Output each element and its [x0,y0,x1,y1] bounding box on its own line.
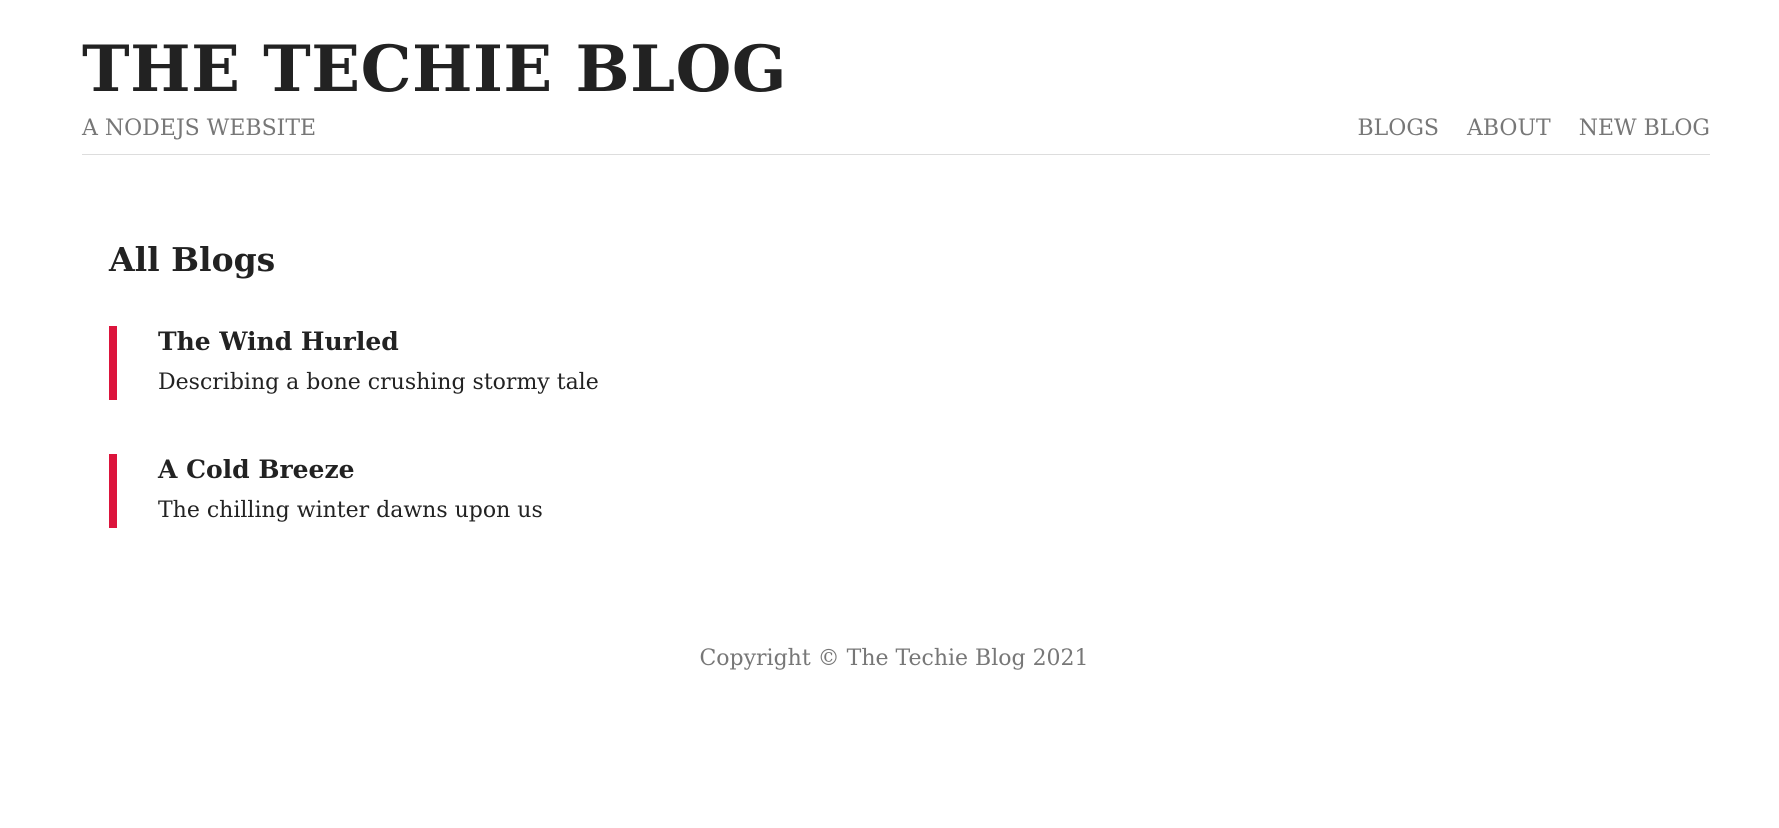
nav-link-new-blog[interactable]: NEW BLOG [1579,114,1710,144]
blog-item[interactable]: A Cold Breeze The chilling winter dawns … [109,454,1709,528]
blog-snippet: The chilling winter dawns upon us [158,498,543,523]
blog-snippet: Describing a bone crushing stormy tale [158,370,599,395]
blog-title[interactable]: The Wind Hurled [158,324,1709,360]
site-header: THE TECHIE BLOG A NODEJS WEBSITE BLOGS A… [82,28,1710,155]
nav-link-blogs[interactable]: BLOGS [1358,114,1439,144]
page-title: All Blogs [109,240,276,279]
site-title: THE TECHIE BLOG [82,32,787,107]
nav-link-about[interactable]: ABOUT [1467,114,1551,144]
main-nav: BLOGS ABOUT NEW BLOG [1358,114,1711,144]
blog-title[interactable]: A Cold Breeze [158,452,1709,488]
footer-copyright: Copyright © The Techie Blog 2021 [699,646,1089,671]
site-subtitle: A NODEJS WEBSITE [82,116,317,141]
blog-item[interactable]: The Wind Hurled Describing a bone crushi… [109,326,1709,400]
blog-list: The Wind Hurled Describing a bone crushi… [109,326,1709,528]
main-content: All Blogs The Wind Hurled Describing a b… [109,232,1709,582]
